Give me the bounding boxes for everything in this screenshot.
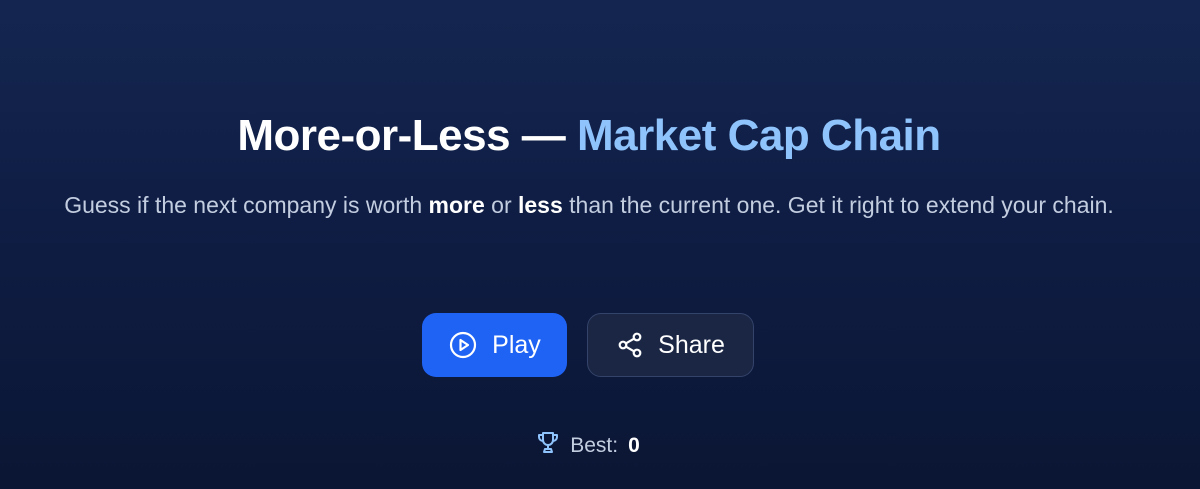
best-value: 0: [628, 434, 640, 457]
share-button[interactable]: Share: [587, 313, 754, 377]
play-button-label: Play: [492, 330, 541, 359]
play-button[interactable]: Play: [422, 313, 567, 377]
page-title: More-or-Less — Market Cap Chain: [0, 108, 1178, 164]
subtitle-suffix: than the current one. Get it right to ex…: [569, 192, 1114, 218]
share-icon: [616, 331, 644, 359]
title-main: More-or-Less —: [237, 111, 566, 160]
hero-section: More-or-Less — Market Cap Chain Guess if…: [0, 0, 1200, 489]
subtitle-more: more: [428, 192, 485, 218]
trophy-icon: [536, 430, 560, 462]
best-label: Best:: [570, 434, 619, 457]
share-button-label: Share: [658, 330, 725, 359]
best-score: Best: 0: [0, 430, 1176, 462]
subtitle-less: less: [518, 192, 563, 218]
action-buttons: Play Share: [0, 313, 1176, 377]
title-accent: Market Cap Chain: [577, 111, 941, 160]
subtitle-prefix: Guess if the next company is worth: [64, 192, 423, 218]
play-circle-icon: [448, 330, 478, 360]
page-subtitle: Guess if the next company is worth more …: [60, 186, 1118, 224]
subtitle-or: or: [491, 192, 512, 218]
